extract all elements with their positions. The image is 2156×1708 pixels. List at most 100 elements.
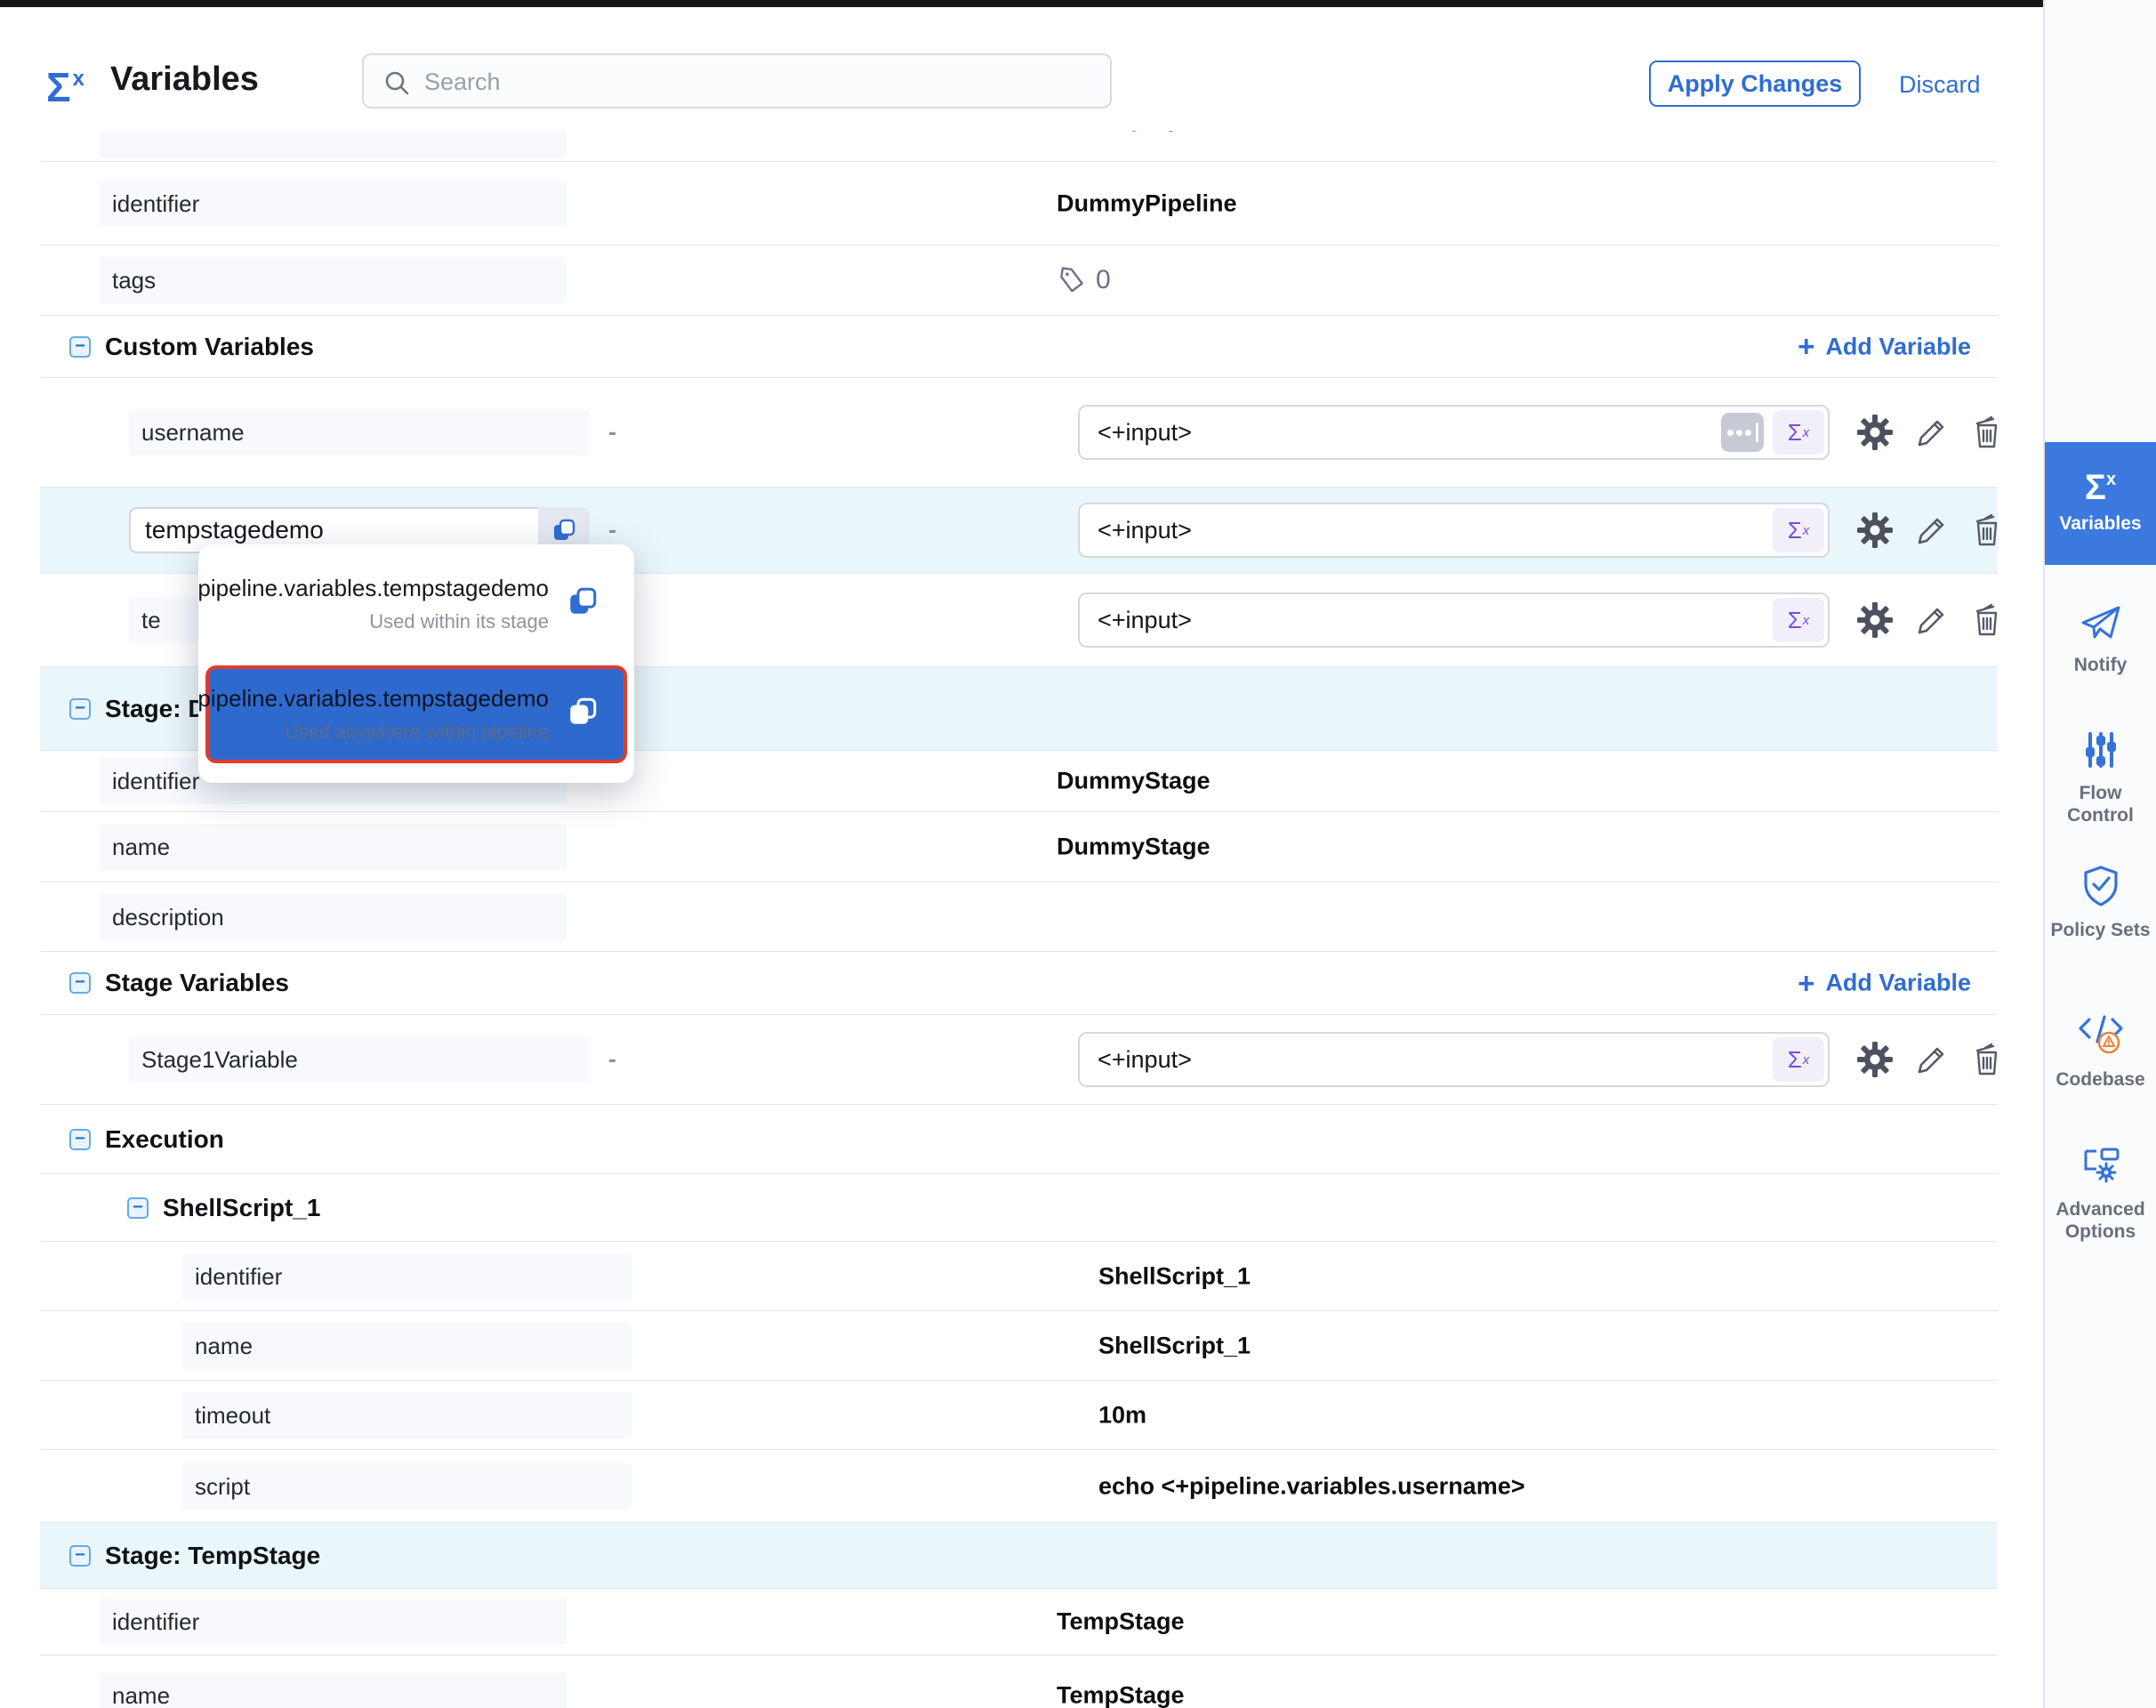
copy-icon[interactable] xyxy=(565,584,600,619)
table-row-stage-name: name DummyStage xyxy=(40,812,1998,882)
variables-table: DummyPipeline identifier DummyPipeline t… xyxy=(40,131,1998,1708)
apply-changes-button[interactable]: Apply Changes xyxy=(1649,60,1861,107)
edit-icon[interactable] xyxy=(1912,413,1951,452)
variables-panel: Σx Variables Apply Changes Discard Dummy… xyxy=(0,0,2156,1708)
field-label-box xyxy=(100,132,567,158)
edit-icon[interactable] xyxy=(1912,600,1951,640)
runtime-input-icon[interactable]: Σx xyxy=(1773,1037,1824,1082)
field-label-box: script xyxy=(182,1463,632,1510)
variable-type-dash: - xyxy=(608,419,616,447)
section-header-shellscript1: − ShellScript_1 xyxy=(40,1174,1998,1242)
field-value: 10m xyxy=(1098,1401,1146,1429)
right-nav-sidebar: Σx Variables Notify xyxy=(2043,0,2156,1708)
tags-count: 0 xyxy=(1096,265,1111,295)
runtime-input-icon[interactable]: Σx xyxy=(1773,410,1824,455)
section-header-stage-tempstage: − Stage: TempStage xyxy=(40,1523,1998,1589)
table-row-stage-description: description xyxy=(40,882,1998,952)
variable-value-input[interactable]: <+input> Σx xyxy=(1078,503,1830,558)
settings-icon[interactable] xyxy=(1855,1040,1895,1079)
sidebar-item-flow-control[interactable]: Flow Control xyxy=(2045,729,2156,826)
variable-value-input[interactable]: <+input> Σx xyxy=(1078,405,1830,460)
field-value: TempStage xyxy=(1057,1682,1185,1708)
field-value: TempStage xyxy=(1057,1608,1185,1636)
popup-option-stage-scope[interactable]: pipeline.variables.tempstagedemo Used wi… xyxy=(205,552,627,658)
copy-icon xyxy=(550,516,578,544)
tags-value: 0 xyxy=(1057,265,1111,295)
variable-row-username: username - <+input> Σx xyxy=(40,378,1998,487)
field-label-box: tags xyxy=(100,257,567,303)
sliders-icon xyxy=(2080,729,2121,770)
flowchart-gear-icon xyxy=(2079,1146,2123,1187)
panel-header: Σx Variables Apply Changes Discard xyxy=(0,7,2043,131)
settings-icon[interactable] xyxy=(1855,600,1895,640)
field-value: ShellScript_1 xyxy=(1098,1332,1251,1359)
collapse-icon[interactable]: − xyxy=(127,1197,149,1219)
variables-sigma-icon: Σx xyxy=(2045,462,2156,505)
table-row-step-identifier: identifier ShellScript_1 xyxy=(40,1242,1998,1311)
settings-icon[interactable] xyxy=(1855,413,1895,452)
field-value: DummyPipeline xyxy=(1057,189,1237,217)
sidebar-item-label: Advanced Options xyxy=(2045,1198,2156,1243)
variables-sigma-icon: Σx xyxy=(46,59,84,108)
search-box[interactable] xyxy=(362,53,1112,109)
field-label-box: description xyxy=(100,894,567,940)
table-row-step-script: script echo <+pipeline.variables.usernam… xyxy=(40,1450,1998,1523)
table-row-tempstage-identifier: identifier TempStage xyxy=(40,1589,1998,1656)
sidebar-item-policy-sets[interactable]: Policy Sets xyxy=(2045,865,2156,941)
sidebar-item-label: Variables xyxy=(2045,512,2156,535)
collapse-icon[interactable]: − xyxy=(69,972,91,994)
sidebar-item-variables[interactable]: Σx Variables xyxy=(2045,442,2156,565)
runtime-input-icon[interactable]: Σx xyxy=(1773,508,1824,552)
variable-value-input[interactable]: <+input> Σx xyxy=(1078,1032,1830,1087)
scope-hint: Used anywhere within pipeline xyxy=(285,721,549,744)
plus-icon: + xyxy=(1798,334,1814,359)
collapse-icon[interactable]: − xyxy=(69,1545,91,1567)
section-title: Execution xyxy=(105,1125,224,1154)
field-label-box: identifier xyxy=(100,1599,567,1645)
add-variable-button[interactable]: + Add Variable xyxy=(1798,333,1971,360)
expression-text: pipeline.variables.tempstagedemo xyxy=(197,575,549,602)
expression-menu-icon[interactable] xyxy=(1721,413,1764,452)
collapse-icon[interactable]: − xyxy=(69,698,91,720)
table-row-clipped: DummyPipeline xyxy=(40,131,1998,162)
field-value: DummyStage xyxy=(1057,834,1211,861)
scope-hint: Used within its stage xyxy=(369,610,549,633)
variable-value-input[interactable]: <+input> Σx xyxy=(1078,592,1830,648)
sidebar-item-advanced-options[interactable]: Advanced Options xyxy=(2045,1146,2156,1243)
variable-name: Stage1Variable xyxy=(129,1036,589,1083)
plus-icon: + xyxy=(1798,971,1814,995)
sidebar-item-codebase[interactable]: Codebase xyxy=(2045,1012,2156,1091)
section-header-custom-variables: − Custom Variables + Add Variable xyxy=(40,316,1998,378)
section-title: Stage Variables xyxy=(105,969,289,997)
search-input[interactable] xyxy=(422,59,1093,105)
sidebar-item-notify[interactable]: Notify xyxy=(2045,603,2156,676)
delete-icon[interactable] xyxy=(1967,511,2007,550)
collapse-icon[interactable]: − xyxy=(69,336,91,358)
delete-icon[interactable] xyxy=(1967,1040,2007,1079)
collapse-icon[interactable]: − xyxy=(69,1129,91,1150)
expression-copy-popup: pipeline.variables.tempstagedemo Used wi… xyxy=(198,544,634,783)
sidebar-item-label: Policy Sets xyxy=(2045,919,2156,941)
delete-icon[interactable] xyxy=(1967,413,2007,452)
sidebar-item-label: Flow Control xyxy=(2045,782,2156,826)
expression-text: pipeline.variables.tempstagedemo xyxy=(197,685,549,713)
popup-option-pipeline-scope[interactable]: pipeline.variables.tempstagedemo Used an… xyxy=(205,665,627,763)
variable-type-dash: - xyxy=(608,517,616,544)
add-variable-button[interactable]: + Add Variable xyxy=(1798,970,1971,997)
delete-icon[interactable] xyxy=(1967,600,2007,640)
field-label-box: name xyxy=(182,1323,632,1369)
table-row-step-name: name ShellScript_1 xyxy=(40,1311,1998,1381)
variable-row-stage1variable: Stage1Variable - <+input> Σx xyxy=(40,1015,1998,1105)
copy-icon[interactable] xyxy=(565,694,600,729)
runtime-input-icon[interactable]: Σx xyxy=(1773,598,1824,642)
code-warning-icon xyxy=(2077,1012,2125,1057)
table-row-tempstage-name: name TempStage xyxy=(40,1656,1998,1708)
edit-icon[interactable] xyxy=(1912,511,1951,550)
paper-plane-icon xyxy=(2080,603,2122,642)
discard-button[interactable]: Discard xyxy=(1899,71,1981,99)
settings-icon[interactable] xyxy=(1855,511,1895,550)
section-title: ShellScript_1 xyxy=(163,1194,320,1222)
top-bar xyxy=(0,0,2043,7)
section-title: Custom Variables xyxy=(105,333,314,361)
edit-icon[interactable] xyxy=(1912,1040,1951,1079)
